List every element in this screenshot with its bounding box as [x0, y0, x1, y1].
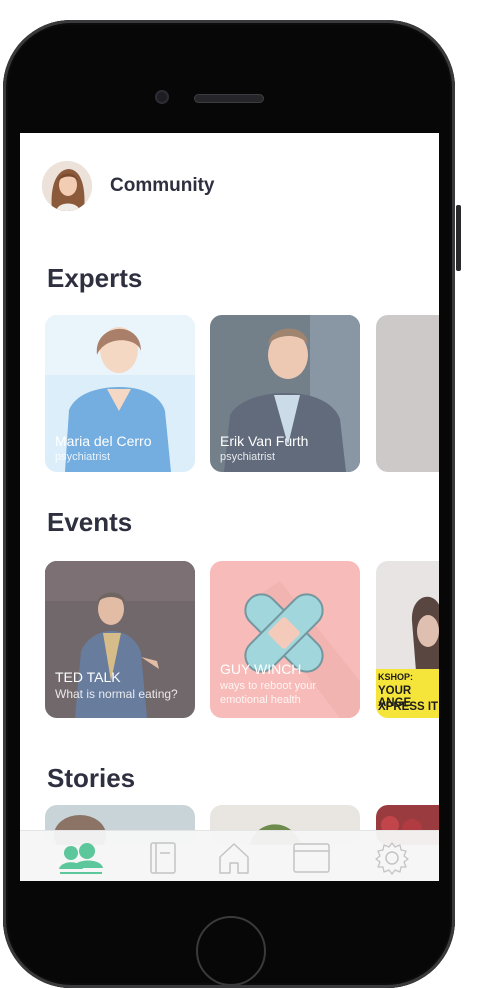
- settings-icon: [375, 842, 409, 875]
- home-button[interactable]: [196, 916, 266, 986]
- page-title: Community: [110, 175, 215, 196]
- events-heading: Events: [47, 507, 133, 537]
- community-icon: [59, 843, 103, 874]
- event-subtitle: ways to reboot your emotional health: [220, 680, 316, 706]
- volume-button: [456, 205, 461, 271]
- event-card-workshop[interactable]: KSHOP: YOUR ANGE XPRESS IT: [376, 561, 439, 718]
- calendar-icon: [293, 843, 330, 873]
- workshop-line-1: KSHOP:: [378, 672, 414, 682]
- tab-bar: [20, 830, 439, 881]
- app-screen: Community Experts Maria del Cerro psychi…: [20, 133, 439, 881]
- tab-journal[interactable]: [145, 841, 181, 875]
- journal-icon: [150, 842, 176, 874]
- expert-card[interactable]: Maria del Cerro psychiatrist: [45, 315, 195, 472]
- home-icon: [219, 843, 249, 874]
- event-card[interactable]: GUY WINCH ways to reboot your emotional …: [210, 561, 360, 718]
- event-subtitle: What is normal eating?: [55, 687, 178, 701]
- expert-role: psychiatrist: [55, 451, 111, 463]
- events-row[interactable]: TED TALK What is normal eating? GUY WINC…: [45, 561, 439, 718]
- expert-role: psychiatrist: [220, 451, 276, 463]
- tab-calendar[interactable]: [292, 841, 330, 875]
- expert-card-placeholder[interactable]: [376, 315, 439, 472]
- tab-community[interactable]: [58, 841, 103, 875]
- front-camera: [155, 90, 169, 104]
- event-title: TED TALK: [55, 669, 121, 685]
- experts-heading: Experts: [47, 263, 143, 293]
- workshop-line-3: XPRESS IT: [378, 701, 439, 713]
- tab-home[interactable]: [216, 841, 252, 875]
- tab-settings[interactable]: [374, 841, 410, 875]
- expert-name: Erik Van Furth: [220, 433, 309, 449]
- event-card[interactable]: TED TALK What is normal eating?: [45, 561, 195, 718]
- expert-card[interactable]: Erik Van Furth psychiatrist: [210, 315, 360, 472]
- community-header: Community: [42, 161, 215, 211]
- stories-heading: Stories: [47, 763, 136, 793]
- experts-row[interactable]: Maria del Cerro psychiatrist Erik Van Fu…: [45, 315, 439, 472]
- earpiece-speaker: [194, 94, 264, 103]
- expert-name: Maria del Cerro: [55, 433, 152, 449]
- event-title: GUY WINCH: [220, 661, 302, 677]
- user-avatar[interactable]: [42, 161, 92, 211]
